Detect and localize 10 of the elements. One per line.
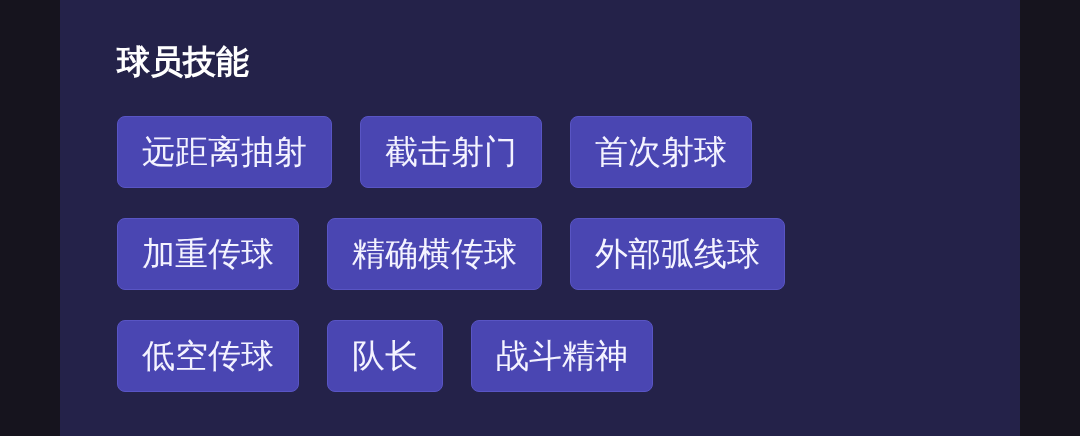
skill-tag: 低空传球 (117, 320, 299, 392)
skill-tag: 截击射门 (360, 116, 542, 188)
section-title: 球员技能 (117, 41, 249, 83)
skill-tag: 精确横传球 (327, 218, 542, 290)
skill-tag: 外部弧线球 (570, 218, 785, 290)
skill-tag: 队长 (327, 320, 443, 392)
skill-tag: 首次射球 (570, 116, 752, 188)
skill-tag: 远距离抽射 (117, 116, 332, 188)
skill-tag: 战斗精神 (471, 320, 653, 392)
skill-tag: 加重传球 (117, 218, 299, 290)
